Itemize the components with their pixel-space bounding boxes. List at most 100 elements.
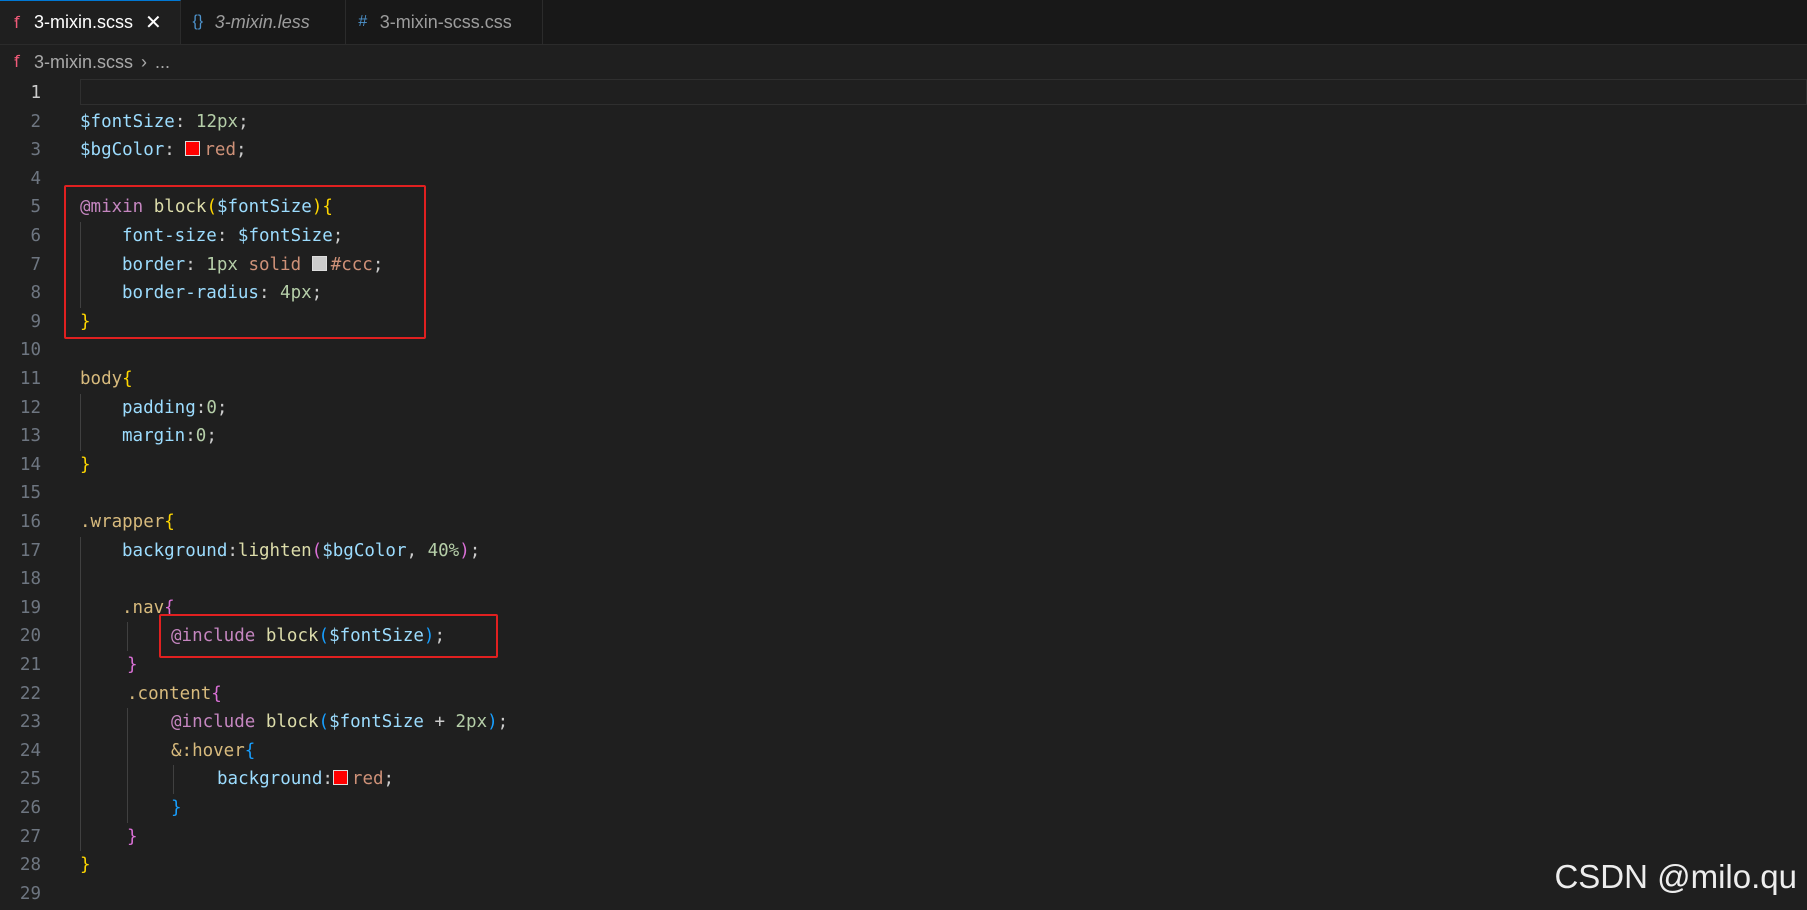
token: : [185,426,196,447]
line-number-row: 15 [0,479,1807,508]
indent-guide [80,679,81,709]
close-icon[interactable]: ✕ [145,10,162,35]
indent-guide [80,393,81,423]
code-line-13[interactable]: margin:0; [0,422,1807,451]
token: @include [171,712,256,733]
braces-icon: {} [192,13,204,30]
token: .nav [122,597,165,618]
code-line-25[interactable]: background: red; [0,765,1807,794]
token: $fontSize [80,111,175,132]
watermark: CSDN @milo.qu [1554,858,1797,895]
token: ( [311,540,323,561]
token: $bgColor [80,140,165,161]
token: , [406,540,428,561]
indent-guide [127,708,128,737]
indent-guide [127,794,128,823]
token: { [122,369,133,389]
line-number-row: 29 [0,880,1807,909]
token: padding [122,397,196,418]
token: : [174,111,196,132]
code-line-27[interactable]: } [0,822,1807,852]
token: ) [459,540,470,561]
token: } [127,826,138,847]
token: red [351,769,384,790]
tab-label: 3-mixin.scss [34,12,134,32]
token: 40% [427,540,460,561]
token: $bgColor [322,540,407,561]
tab-label: 3-mixin.less [214,11,310,32]
indent-guide [173,765,174,794]
sass-icon: ẝ [14,14,20,32]
color-swatch-red[interactable] [185,141,201,157]
line-number[interactable]: 29 [0,880,41,909]
indent-guide [80,822,81,852]
token: { [164,512,175,532]
code-line-1[interactable] [0,79,1807,108]
token: { [211,683,222,704]
token: 0 [206,397,217,418]
token: 2px [455,712,488,733]
hash-icon: # [358,13,368,30]
indent-guide [80,736,81,766]
indent-guide [80,593,81,623]
token: .wrapper [80,512,165,532]
indent-guide [80,708,81,737]
line-number[interactable]: 15 [0,479,41,508]
token: $fontSize [329,712,424,733]
code-line-14[interactable]: } [0,451,1807,480]
token: block [265,712,319,733]
code-line-11[interactable]: body{ [0,365,1807,394]
current-line-highlight [80,79,1807,105]
indent-guide [127,622,128,651]
token: ; [216,397,228,418]
indent-guide [80,565,81,594]
code-editor[interactable]: 1 2 3 4 5 6 7 8 9 10 11 12 13 14 15 16 17 18 19 20 21 22 23 24 2… [0,79,1807,910]
token: { [244,740,256,761]
token: : [227,540,238,561]
token: ; [497,712,509,733]
token: : [322,769,333,790]
code-line-17[interactable]: background:lighten($bgColor, 40%); [0,536,1807,566]
indent-guide [80,536,81,566]
token: 0 [195,426,207,447]
code-line-22[interactable]: .content{ [0,679,1807,709]
code-line-18[interactable] [0,565,1807,594]
token: } [171,798,182,818]
token: 12px [195,111,239,132]
token: .content [127,683,212,704]
tab-bar: ẝ 3-mixin.scss ✕ {} 3-mixin.less # 3-mix… [0,0,1807,45]
tab-3-mixin-scss-css[interactable]: # 3-mixin-scss.css [346,0,543,44]
indent-guide [80,794,81,823]
code-line-12[interactable]: padding:0; [0,393,1807,423]
token: } [80,855,91,876]
code-line-3[interactable]: $bgColor: red; [0,136,1807,165]
breadcrumb-more[interactable]: ... [155,52,170,73]
token: : [195,397,207,418]
code-line-16[interactable]: .wrapper{ [0,508,1807,537]
code-line-26[interactable]: } [0,794,1807,823]
line-number[interactable]: 10 [0,336,41,365]
tab-3-mixin-scss[interactable]: ẝ 3-mixin.scss ✕ [0,0,181,44]
indent-guide [80,651,81,680]
line-number[interactable]: 4 [0,165,41,194]
include-highlight-box [159,614,498,658]
mixin-highlight-box [64,185,426,339]
code-line-23[interactable]: @include block($fontSize + 2px); [0,708,1807,737]
token: lighten [237,540,312,561]
code-line-2[interactable]: $fontSize: 12px; [0,108,1807,137]
breadcrumb-file[interactable]: 3-mixin.scss [34,52,133,73]
token: + [423,712,456,733]
chevron-right-icon: › [141,51,148,72]
token: red [204,140,236,161]
token: background [217,769,323,790]
code-line-28[interactable]: } [0,851,1807,880]
tab-3-mixin-less[interactable]: {} 3-mixin.less [181,0,346,44]
indent-guide [127,765,128,794]
sass-icon: ẝ [14,54,20,71]
color-swatch-red[interactable] [332,770,348,786]
token: body [80,369,123,389]
indent-guide [127,736,128,766]
code-line-24[interactable]: &:hover{ [0,736,1807,766]
token: ; [206,426,217,447]
